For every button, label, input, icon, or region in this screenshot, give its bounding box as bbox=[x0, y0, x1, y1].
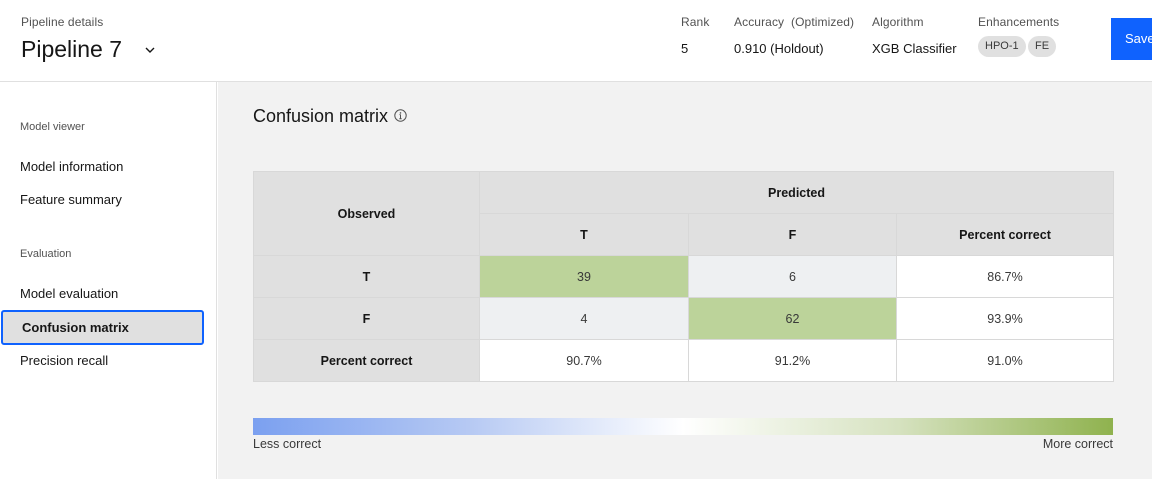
pipeline-title[interactable]: Pipeline 7 bbox=[21, 36, 122, 63]
matrix-cell-false-f: 6 bbox=[688, 255, 897, 298]
section-evaluation: Evaluation bbox=[20, 248, 72, 260]
pipeline-header: Pipeline details Pipeline 7 Rank 5 Accur… bbox=[0, 0, 1152, 82]
row-header-f: F bbox=[253, 297, 480, 340]
overall-percent-correct: 91.0% bbox=[895, 339, 1115, 382]
sidebar-item-model-information[interactable]: Model information bbox=[20, 159, 123, 174]
table-row: Percent correct 90.7% 91.2% 91.0% bbox=[253, 339, 1115, 382]
save-button[interactable]: Save bbox=[1111, 18, 1152, 60]
column-percent-correct: 90.7% bbox=[479, 339, 689, 382]
rank-value: 5 bbox=[681, 41, 689, 56]
observed-header: Observed bbox=[253, 171, 480, 256]
sidebar-item-precision-recall[interactable]: Precision recall bbox=[20, 353, 108, 368]
sidebar-item-confusion-matrix[interactable]: Confusion matrix bbox=[1, 310, 204, 345]
correctness-gradient-legend bbox=[253, 418, 1113, 435]
algorithm-value: XGB Classifier bbox=[872, 41, 957, 56]
sidebar-item-feature-summary[interactable]: Feature summary bbox=[20, 192, 122, 207]
legend-more-correct: More correct bbox=[1042, 437, 1113, 451]
predicted-header: Predicted bbox=[478, 171, 1115, 214]
chevron-down-icon[interactable] bbox=[143, 43, 157, 57]
table-row: F 4 62 93.9% bbox=[253, 297, 1115, 340]
column-header-f: F bbox=[688, 213, 897, 256]
matrix-cell-false-t: 4 bbox=[479, 297, 689, 340]
enhancements-label: Enhancements bbox=[978, 15, 1060, 29]
sidebar-item-model-evaluation[interactable]: Model evaluation bbox=[20, 286, 118, 301]
column-header-t: T bbox=[479, 213, 689, 256]
sidebar: Model viewer Model information Feature s… bbox=[0, 82, 217, 479]
matrix-cell-true-f: 62 bbox=[688, 297, 897, 340]
confusion-matrix-table: Observed Predicted T F Percent correct T… bbox=[253, 171, 1115, 382]
main-content: Confusion matrix Observed Predicted T F … bbox=[218, 82, 1152, 479]
column-percent-correct: 91.2% bbox=[688, 339, 897, 382]
row-percent-correct: 86.7% bbox=[895, 255, 1115, 298]
algorithm-label: Algorithm bbox=[872, 15, 924, 29]
page-title: Confusion matrix bbox=[253, 106, 389, 126]
rank-label: Rank bbox=[681, 15, 710, 29]
table-row: T 39 6 86.7% bbox=[253, 255, 1115, 298]
accuracy-label: Accuracy (Optimized) bbox=[734, 15, 855, 29]
legend-less-correct: Less correct bbox=[253, 437, 322, 451]
row-header-percent-correct: Percent correct bbox=[253, 339, 480, 382]
enhancement-tag-fe: FE bbox=[1028, 36, 1057, 57]
matrix-cell-true-t: 39 bbox=[479, 255, 689, 298]
enhancement-tag-hpo: HPO-1 bbox=[978, 36, 1026, 57]
pipeline-details-label: Pipeline details bbox=[21, 15, 104, 29]
info-icon[interactable] bbox=[394, 109, 407, 122]
accuracy-value: 0.910 (Holdout) bbox=[734, 41, 824, 56]
column-header-percent-correct: Percent correct bbox=[895, 213, 1115, 256]
row-header-t: T bbox=[253, 255, 480, 298]
row-percent-correct: 93.9% bbox=[895, 297, 1115, 340]
section-model-viewer: Model viewer bbox=[20, 121, 85, 133]
